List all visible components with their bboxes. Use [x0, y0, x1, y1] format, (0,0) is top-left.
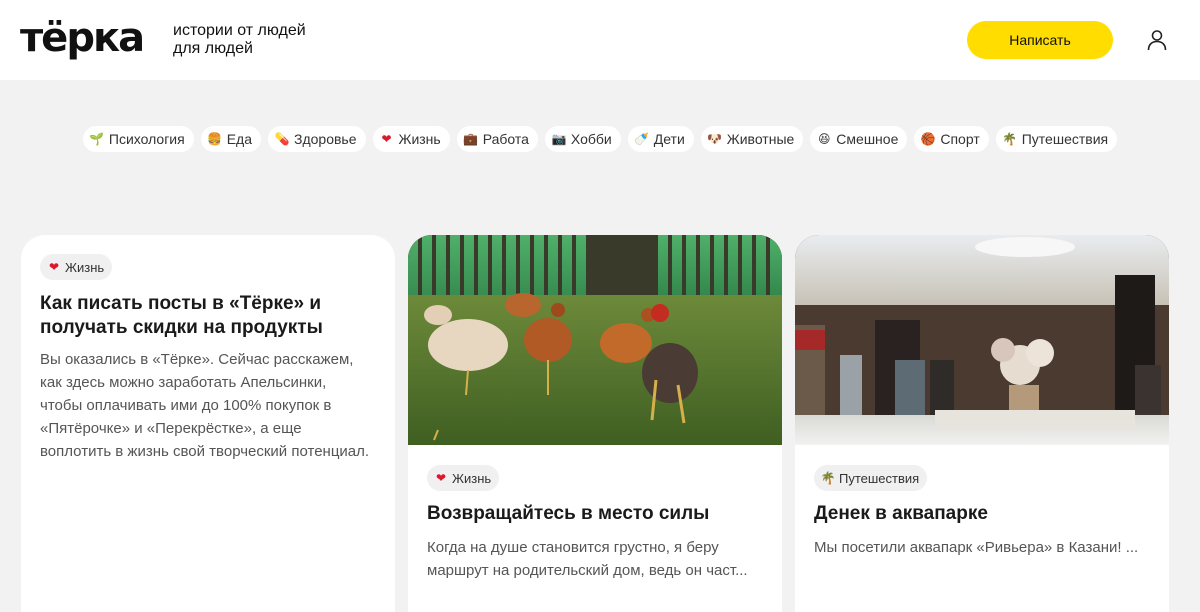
post-category-chip[interactable]: 🌴 Путешествия [814, 465, 928, 491]
tag-label: Еда [226, 131, 252, 147]
tag-funny[interactable]: 😆 Смешное [810, 126, 908, 152]
post-category-label: Жизнь [452, 470, 492, 486]
post-cover-image-chickens[interactable] [408, 235, 782, 445]
post-category-chip[interactable]: ❤ Жизнь [427, 465, 500, 491]
post-title[interactable]: Как писать посты в «Тёрке» и получать ск… [40, 292, 370, 340]
tag-food[interactable]: 🍔 Еда [200, 126, 261, 152]
tag-work[interactable]: 💼 Работа [456, 126, 538, 152]
tag-label: Спорт [940, 131, 980, 147]
site-tagline: истории от людей для людей [173, 22, 306, 57]
basketball-icon: 🏀 [920, 132, 936, 146]
tag-psychology[interactable]: 🌱 Психология [82, 126, 194, 152]
site-logo[interactable]: тёрка [20, 12, 145, 64]
tag-label: Психология [108, 131, 185, 147]
post-card[interactable]: ❤ Жизнь Возвращайтесь в место силы Когда… [408, 235, 782, 612]
briefcase-icon: 💼 [463, 132, 479, 146]
write-post-button[interactable]: Написать [967, 21, 1113, 59]
camera-icon: 📷 [551, 132, 567, 146]
post-excerpt: Мы посетили аквапарк «Ривьера» в Казани!… [814, 539, 1139, 556]
user-profile-icon[interactable] [1145, 28, 1169, 52]
post-title[interactable]: Возвращайтесь в место силы [427, 502, 757, 526]
heart-icon: ❤ [381, 132, 392, 146]
sprout-icon: 🌱 [89, 132, 105, 146]
post-title[interactable]: Денек в аквапарке [814, 502, 1144, 526]
palm-tree-icon: 🌴 [820, 471, 836, 485]
pill-icon: 💊 [274, 132, 290, 146]
tag-sport[interactable]: 🏀 Спорт [914, 126, 989, 152]
tag-label: Животные [726, 131, 795, 147]
tag-label: Хобби [570, 131, 612, 147]
tag-label: Смешное [836, 131, 899, 147]
burger-icon: 🍔 [207, 132, 223, 146]
tag-label: Здоровье [294, 131, 357, 147]
site-header: тёрка истории от людей для людей Написат… [0, 0, 1200, 80]
heart-icon: ❤ [435, 471, 447, 485]
tag-travel[interactable]: 🌴 Путешествия [995, 126, 1118, 152]
post-card[interactable]: ❤ Жизнь Как писать посты в «Тёрке» и пол… [21, 235, 395, 612]
tag-label: Жизнь [398, 131, 441, 147]
post-excerpt: Когда на душе становится грустно, я беру… [427, 539, 748, 579]
tag-kids[interactable]: 🍼 Дети [627, 126, 694, 152]
post-cover-image-lobby[interactable] [795, 235, 1169, 445]
baby-bottle-icon: 🍼 [634, 132, 650, 146]
category-tags: 🌱 Психология 🍔 Еда 💊 Здоровье ❤ Жизнь 💼 Работ… [0, 126, 1200, 152]
tag-hobby[interactable]: 📷 Хобби [544, 126, 621, 152]
tag-label: Путешествия [1021, 131, 1109, 147]
tag-animals[interactable]: 🐶 Животные [700, 126, 804, 152]
post-category-label: Жизнь [65, 259, 105, 275]
tag-health[interactable]: 💊 Здоровье [268, 126, 366, 152]
laughing-face-icon: 😆 [818, 132, 831, 146]
post-card[interactable]: 🌴 Путешествия Денек в аквапарке Мы посет… [795, 235, 1169, 612]
tag-life[interactable]: ❤ Жизнь [372, 126, 450, 152]
tag-label: Дети [653, 131, 685, 147]
heart-icon: ❤ [48, 260, 60, 274]
post-excerpt: Вы оказались в «Тёрке». Сейчас расскажем… [40, 351, 370, 460]
dog-icon: 🐶 [707, 132, 723, 146]
post-category-chip[interactable]: ❤ Жизнь [40, 254, 113, 280]
tag-label: Работа [482, 131, 529, 147]
palm-tree-icon: 🌴 [1002, 132, 1018, 146]
post-category-label: Путешествия [839, 470, 920, 486]
